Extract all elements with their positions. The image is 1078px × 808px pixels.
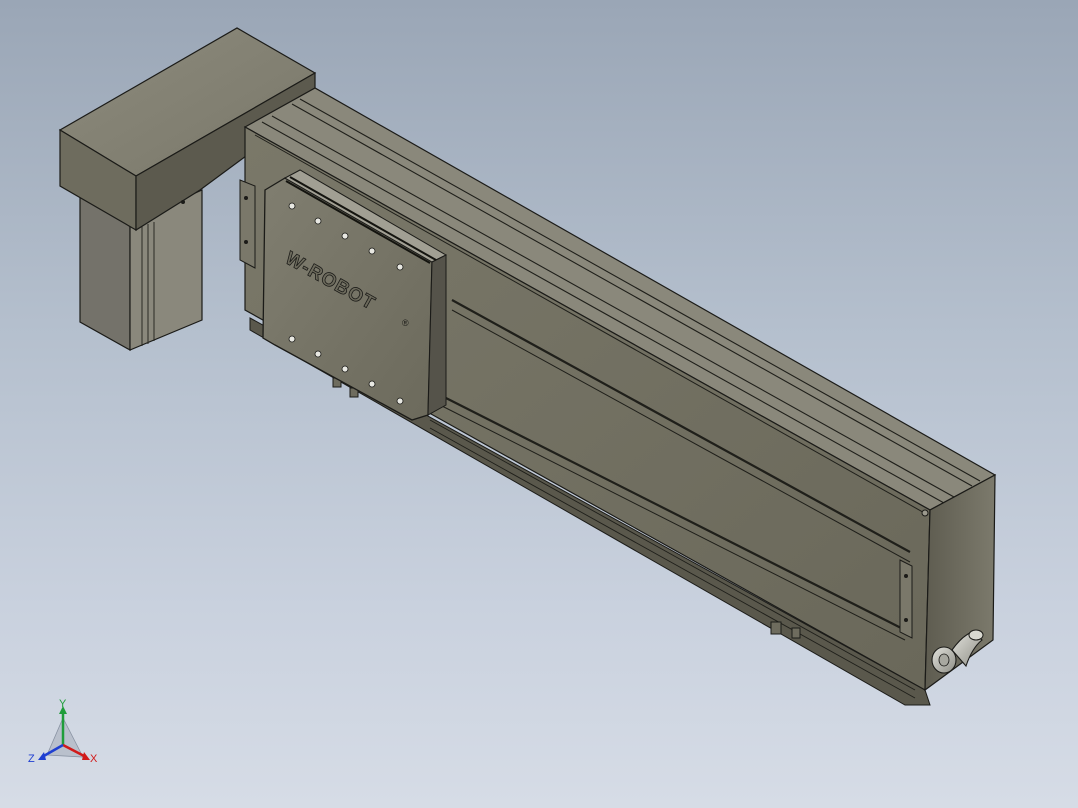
base-clip bbox=[791, 627, 801, 639]
cad-viewport[interactable]: W-ROBOT ® Y X Z bbox=[0, 0, 1078, 808]
left-end-plate bbox=[239, 179, 256, 269]
triad-label-z: Z bbox=[28, 753, 35, 765]
end-plate-right bbox=[899, 559, 913, 639]
model-canvas[interactable]: W-ROBOT ® Y X Z bbox=[0, 0, 1078, 808]
orientation-triad[interactable]: Y X Z bbox=[28, 698, 98, 765]
triad-label-y: Y bbox=[59, 698, 67, 710]
triad-label-x: X bbox=[90, 753, 98, 765]
registered-mark: ® bbox=[402, 318, 409, 328]
base-clip bbox=[770, 621, 782, 635]
linear-actuator-body[interactable] bbox=[243, 87, 997, 706]
gearbox-screw bbox=[181, 200, 185, 204]
